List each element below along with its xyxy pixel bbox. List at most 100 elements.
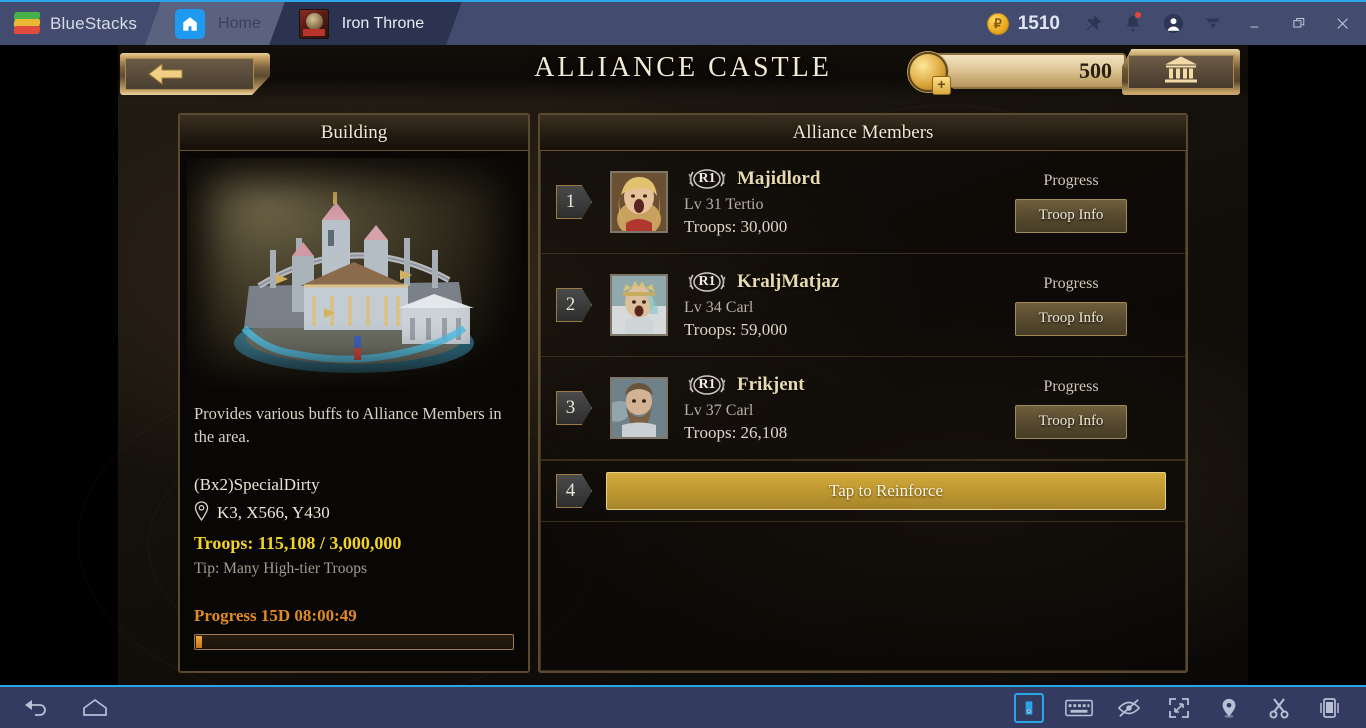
member-troops: Troops: 30,000 <box>684 216 788 236</box>
shake-icon[interactable] <box>1314 693 1344 723</box>
building-progress-fill <box>196 635 203 648</box>
member-progress-label: Progress <box>1043 171 1099 189</box>
members-panel-body: 1 R1 Majidlord Lv 31 Tertio Troops: 30,0… <box>540 151 1186 671</box>
table-row[interactable]: 3 R1 Frikjent Lv 37 Carl Troops: 26,108 … <box>540 357 1186 460</box>
member-index: 3 <box>556 391 592 425</box>
currency-bar[interactable]: 500 <box>908 52 1126 95</box>
rank-emblem-icon: R1 <box>684 374 730 396</box>
account-icon[interactable] <box>1156 1 1190 46</box>
member-index: 2 <box>556 288 592 322</box>
location-icon[interactable] <box>1214 693 1244 723</box>
tab-iron-throne[interactable]: Iron Throne <box>268 2 462 45</box>
member-actions: Progress Troop Info <box>956 275 1186 336</box>
avatar <box>610 171 668 233</box>
member-info: R1 KraljMatjaz Lv 34 Carl Troops: 59,000 <box>684 271 956 340</box>
table-row[interactable]: 2 R1 KraljMatjaz Lv 34 Carl Troops: 59,0… <box>540 254 1186 357</box>
points-amount: 1510 <box>1017 12 1060 34</box>
tab-iron-throne-label: Iron Throne <box>341 14 425 32</box>
bluestacks-bottom-toolbar <box>0 685 1366 728</box>
member-name: Majidlord <box>737 167 821 189</box>
scissors-icon[interactable] <box>1264 693 1294 723</box>
close-icon[interactable] <box>1324 1 1362 46</box>
points-coin-icon: ₽ <box>986 12 1009 35</box>
building-image <box>187 158 521 388</box>
building-name: (Bx2)SpecialDirty <box>194 474 320 494</box>
building-coordinates-row: K3, X566, Y430 <box>194 501 514 526</box>
troop-info-button[interactable]: Troop Info <box>1015 301 1127 336</box>
bank-icon <box>1162 55 1200 90</box>
member-level: Lv 31 Tertio <box>684 195 764 213</box>
tap-to-reinforce-button[interactable]: Tap to Reinforce <box>606 472 1166 510</box>
currency-coin-icon <box>908 52 951 95</box>
member-rank: R1 <box>698 170 716 186</box>
member-troops: Troops: 26,108 <box>684 422 788 442</box>
restore-icon[interactable] <box>1280 1 1318 46</box>
home-icon <box>175 8 206 39</box>
game-canvas: ALLIANCE CASTLE 500 <box>78 45 1248 685</box>
notification-dot <box>1134 11 1142 19</box>
home-icon[interactable] <box>80 693 110 723</box>
building-tip: Tip: Many High-tier Troops <box>194 559 367 577</box>
member-rank: R1 <box>698 376 716 392</box>
app-root: BlueStacks Home Iron Throne ₽ 1510 ALLIA… <box>0 0 1366 728</box>
members-panel-title: Alliance Members <box>792 121 934 143</box>
currency-amount: 500 <box>1079 58 1112 83</box>
building-text-block: Provides various buffs to Alliance Membe… <box>180 388 528 650</box>
keyboard-icon[interactable] <box>1064 693 1094 723</box>
bluestacks-tabstrip: Home Iron Throne <box>145 2 462 45</box>
fullscreen-icon[interactable] <box>1164 693 1194 723</box>
member-name: KraljMatjaz <box>737 270 840 292</box>
troop-info-button[interactable]: Troop Info <box>1015 404 1127 439</box>
building-coordinates: K3, X566, Y430 <box>217 503 330 523</box>
bluestacks-logo-icon <box>13 11 41 36</box>
bell-icon[interactable] <box>1116 1 1150 46</box>
game-viewport: ALLIANCE CASTLE 500 <box>0 45 1366 685</box>
members-list: 1 R1 Majidlord Lv 31 Tertio Troops: 30,0… <box>540 151 1186 522</box>
back-icon[interactable] <box>22 693 52 723</box>
titlebar-actions: ₽ 1510 <box>986 1 1366 46</box>
member-troops: Troops: 59,000 <box>684 319 788 339</box>
pin-icon[interactable] <box>1076 1 1110 46</box>
tab-home-label: Home <box>218 14 261 32</box>
content-area: Building Provides various buffs to Allia… <box>118 113 1248 673</box>
building-progress-label: Progress 15D 08:00:49 <box>194 605 357 625</box>
member-rank: R1 <box>698 273 716 289</box>
members-panel-header: Alliance Members <box>540 115 1186 151</box>
building-panel-body: Provides various buffs to Alliance Membe… <box>180 151 528 671</box>
member-progress-label: Progress <box>1043 377 1099 395</box>
rank-emblem-icon: R1 <box>684 271 730 293</box>
troop-info-button[interactable]: Troop Info <box>1015 198 1127 233</box>
vault-button[interactable] <box>1122 49 1240 95</box>
chevron-down-icon[interactable] <box>1196 1 1230 46</box>
building-panel-header: Building <box>180 115 528 151</box>
location-pin-icon <box>194 501 209 526</box>
building-progress-bar <box>194 633 514 650</box>
member-actions: Progress Troop Info <box>956 378 1186 439</box>
points-display[interactable]: ₽ 1510 <box>986 12 1060 35</box>
member-name-row: R1 Frikjent <box>684 374 956 396</box>
building-panel: Building Provides various buffs to Allia… <box>178 113 530 673</box>
building-troops: Troops: 115,108 / 3,000,000 <box>194 532 402 553</box>
member-level: Lv 34 Carl <box>684 298 754 316</box>
game-icon <box>298 8 329 39</box>
member-info: R1 Majidlord Lv 31 Tertio Troops: 30,000 <box>684 168 956 237</box>
rank-emblem-icon: R1 <box>684 168 730 190</box>
minimize-icon[interactable] <box>1236 1 1274 46</box>
avatar <box>610 377 668 439</box>
member-index: 1 <box>556 185 592 219</box>
phone-icon[interactable] <box>1014 692 1044 723</box>
building-panel-title: Building <box>320 121 388 143</box>
castle-illustration <box>234 191 474 373</box>
reinforce-index: 4 <box>556 474 592 508</box>
member-name-row: R1 Majidlord <box>684 168 956 190</box>
eye-off-icon[interactable] <box>1114 693 1144 723</box>
member-progress-label: Progress <box>1043 274 1099 292</box>
tab-home[interactable]: Home <box>145 2 299 45</box>
table-row[interactable]: 1 R1 Majidlord Lv 31 Tertio Troops: 30,0… <box>540 151 1186 254</box>
bluestacks-brand: BlueStacks <box>0 2 154 45</box>
member-info: R1 Frikjent Lv 37 Carl Troops: 26,108 <box>684 374 956 443</box>
alliance-members-panel: Alliance Members 1 R1 Majidlord Lv 31 Te… <box>538 113 1188 673</box>
member-level: Lv 37 Carl <box>684 401 754 419</box>
building-description: Provides various buffs to Alliance Membe… <box>194 404 502 447</box>
member-actions: Progress Troop Info <box>956 172 1186 233</box>
